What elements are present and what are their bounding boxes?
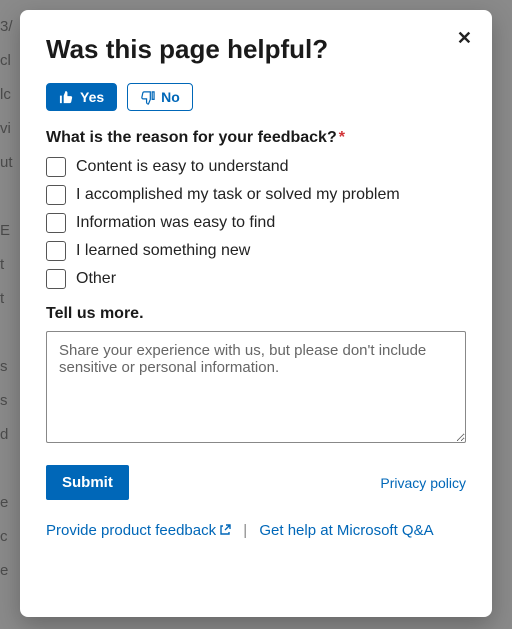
product-feedback-link[interactable]: Provide product feedback: [46, 522, 235, 539]
yes-label: Yes: [80, 89, 104, 105]
no-label: No: [161, 89, 180, 105]
option-item[interactable]: I accomplished my task or solved my prob…: [46, 185, 466, 205]
option-label: Other: [76, 270, 116, 288]
yes-button[interactable]: Yes: [46, 83, 117, 111]
option-item[interactable]: Other: [46, 269, 466, 289]
separator: |: [243, 522, 247, 539]
option-item[interactable]: Information was easy to find: [46, 213, 466, 233]
option-label: Content is easy to understand: [76, 158, 289, 176]
reason-options: Content is easy to understand I accompli…: [46, 157, 466, 289]
checkbox-icon: [46, 269, 66, 289]
no-button[interactable]: No: [127, 83, 193, 111]
option-label: Information was easy to find: [76, 214, 275, 232]
qa-help-link[interactable]: Get help at Microsoft Q&A: [259, 522, 433, 539]
required-mark: *: [339, 129, 345, 146]
close-button[interactable]: ✕: [453, 24, 476, 53]
checkbox-icon: [46, 241, 66, 261]
option-item[interactable]: Content is easy to understand: [46, 157, 466, 177]
reason-question: What is the reason for your feedback?*: [46, 129, 466, 147]
privacy-link[interactable]: Privacy policy: [380, 475, 466, 491]
tell-more-label: Tell us more.: [46, 305, 466, 323]
external-link-icon: [219, 523, 231, 535]
thumbs-down-icon: [140, 90, 155, 105]
checkbox-icon: [46, 157, 66, 177]
submit-row: Submit Privacy policy: [46, 465, 466, 500]
checkbox-icon: [46, 213, 66, 233]
modal-title: Was this page helpful?: [46, 34, 466, 65]
thumbs-up-icon: [59, 90, 74, 105]
footer-links: Provide product feedback | Get help at M…: [46, 522, 466, 539]
option-label: I learned something new: [76, 242, 250, 260]
submit-button[interactable]: Submit: [46, 465, 129, 500]
feedback-textarea[interactable]: [46, 331, 466, 443]
checkbox-icon: [46, 185, 66, 205]
option-label: I accomplished my task or solved my prob…: [76, 186, 400, 204]
option-item[interactable]: I learned something new: [46, 241, 466, 261]
vote-row: Yes No: [46, 83, 466, 111]
feedback-modal: ✕ Was this page helpful? Yes No What is …: [20, 10, 492, 617]
